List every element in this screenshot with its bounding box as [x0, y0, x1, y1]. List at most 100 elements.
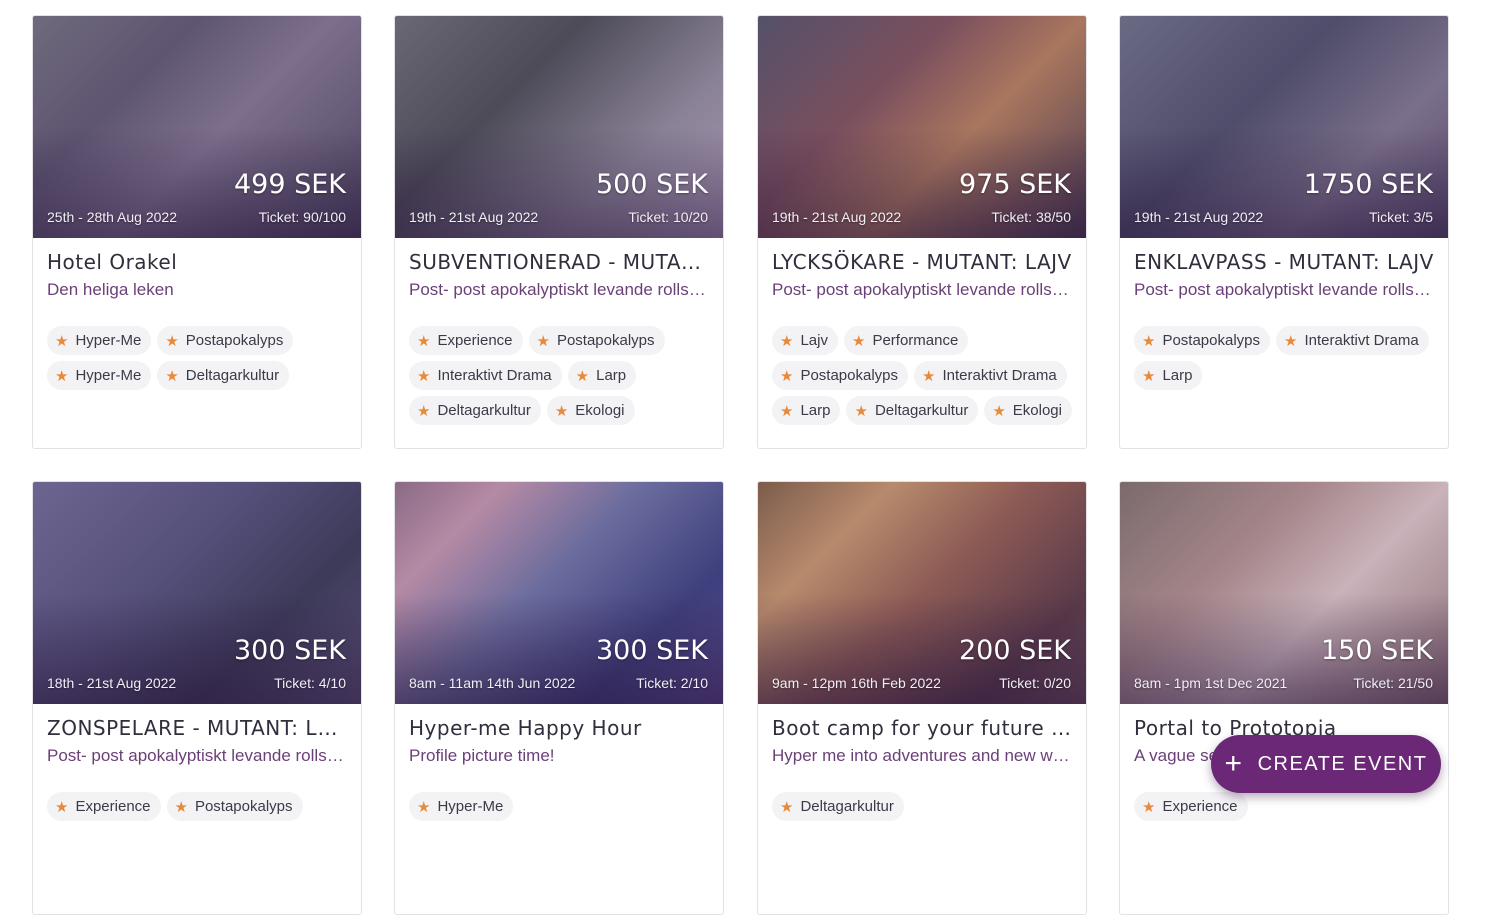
tag-chip[interactable]: ★ Postapokalyps — [1134, 326, 1271, 355]
event-card[interactable]: 150 SEK 8am - 1pm 1st Dec 2021 Ticket: 21/… — [1119, 481, 1449, 915]
star-icon: ★ — [1284, 332, 1298, 350]
tag-chip[interactable]: ★ Postapokalyps — [166, 792, 303, 821]
event-subtitle: Hyper me into adventures and new worlds — [772, 746, 1072, 765]
event-card[interactable]: 499 SEK 25th - 28th Aug 2022 Ticket: 90/10… — [32, 15, 362, 449]
tag-chip[interactable]: ★ Larp — [1134, 361, 1203, 390]
tag-chip[interactable]: ★ Deltagarkultur — [409, 396, 541, 425]
tag-chip[interactable]: ★ Postapokalyps — [528, 326, 665, 355]
event-title[interactable]: ZONSPELARE - MUTANT: LAJV — [47, 716, 347, 740]
tag-label: Postapokalyps — [185, 332, 284, 349]
event-title[interactable]: Hotel Orakel — [47, 250, 347, 274]
event-price: 1750 SEK — [1303, 169, 1433, 200]
tag-chip[interactable]: ★ Larp — [567, 361, 637, 390]
event-card[interactable]: 200 SEK 9am - 12pm 16th Feb 2022 Ticket: 0… — [757, 481, 1087, 915]
event-image[interactable]: 500 SEK 19th - 21st Aug 2022 Ticket: 10/20 — [395, 16, 723, 238]
star-icon: ★ — [417, 332, 431, 350]
ticket-count: Ticket: 0/20 — [999, 675, 1071, 691]
tag-list: ★ Experience — [1134, 792, 1434, 821]
event-date: 25th - 28th Aug 2022 — [47, 209, 177, 225]
tag-list: ★ Postapokalyps ★ Interaktivt Drama ★ Larp — [1134, 326, 1434, 390]
event-card[interactable]: 300 SEK 18th - 21st Aug 2022 Ticket: 4/10 Z… — [32, 481, 362, 915]
star-icon: ★ — [554, 402, 569, 420]
event-image[interactable]: 975 SEK 19th - 21st Aug 2022 Ticket: 38/50 — [758, 16, 1086, 238]
event-date: 8am - 11am 14th Jun 2022 — [409, 675, 576, 691]
event-title[interactable]: ENKLAVPASS - MUTANT: LAJV — [1134, 250, 1434, 274]
tag-list: ★ Hyper-Me ★ Postapokalyps ★ Hyper-Me ★ Deltaga… — [47, 326, 347, 390]
event-subtitle: Post- post apokalyptiskt levande rollspe… — [47, 746, 347, 765]
tag-chip[interactable]: ★ Deltagarkultur — [772, 792, 904, 821]
tag-label: Experience — [1162, 798, 1238, 815]
star-icon: ★ — [575, 367, 590, 385]
event-image[interactable]: 499 SEK 25th - 28th Aug 2022 Ticket: 90/10… — [33, 16, 361, 238]
tag-chip[interactable]: ★ Postapokalyps — [772, 361, 909, 390]
event-price: 500 SEK — [595, 169, 708, 200]
event-date: 19th - 21st Aug 2022 — [772, 209, 902, 225]
event-card[interactable]: 500 SEK 19th - 21st Aug 2022 Ticket: 10/20… — [394, 15, 724, 449]
event-subtitle: Post- post apokalyptiskt levande rollspe… — [772, 280, 1072, 299]
star-icon: ★ — [780, 332, 794, 350]
event-title[interactable]: LYCKSÖKARE - MUTANT: LAJV — [772, 250, 1072, 274]
tag-label: Lajv — [800, 332, 828, 349]
ticket-count: Ticket: 3/5 — [1368, 209, 1433, 225]
card-body: SUBVENTIONERAD - MUTANT: LAJV Post- post … — [395, 238, 723, 425]
tag-label: Larp — [596, 367, 627, 384]
event-title[interactable]: SUBVENTIONERAD - MUTANT: LAJV — [409, 250, 709, 274]
tag-label: Ekologi — [575, 402, 625, 419]
star-icon: ★ — [536, 332, 550, 350]
tag-chip[interactable]: ★ Experience — [1134, 792, 1248, 821]
tag-chip[interactable]: ★ Larp — [772, 396, 841, 425]
tag-list: ★ Experience ★ Postapokalyps — [47, 792, 347, 821]
tag-chip[interactable]: ★ Interaktivt Drama — [409, 361, 562, 390]
tag-chip[interactable]: ★ Hyper-Me — [47, 361, 152, 390]
event-image[interactable]: 150 SEK 8am - 1pm 1st Dec 2021 Ticket: 21/… — [1120, 482, 1448, 704]
tag-list: ★ Deltagarkultur — [772, 792, 1072, 821]
tag-list: ★ Hyper-Me — [409, 792, 709, 821]
tag-chip[interactable]: ★ Deltagarkultur — [157, 361, 290, 390]
star-icon: ★ — [780, 798, 794, 816]
star-icon: ★ — [417, 367, 431, 385]
tag-chip[interactable]: ★ Performance — [843, 326, 969, 355]
tag-chip[interactable]: ★ Interaktivt Drama — [1276, 326, 1429, 355]
event-image[interactable]: 200 SEK 9am - 12pm 16th Feb 2022 Ticket: 0… — [758, 482, 1086, 704]
tag-chip[interactable]: ★ Experience — [47, 792, 161, 821]
event-subtitle: Den heliga leken — [47, 280, 174, 299]
tag-chip[interactable]: ★ Hyper-Me — [409, 792, 514, 821]
tag-chip[interactable]: ★ Hyper-Me — [47, 326, 152, 355]
create-event-button[interactable]: + CREATE EVENT — [1211, 735, 1441, 793]
event-image[interactable]: 300 SEK 8am - 11am 14th Jun 2022 Ticket: 2… — [395, 482, 723, 704]
card-body: ENKLAVPASS - MUTANT: LAJV Post- post apok… — [1120, 238, 1448, 390]
tag-chip[interactable]: ★ Experience — [409, 326, 523, 355]
event-subtitle: Profile picture time! — [409, 746, 555, 765]
event-price: 499 SEK — [233, 169, 346, 200]
event-image[interactable]: 300 SEK 18th - 21st Aug 2022 Ticket: 4/10 — [33, 482, 361, 704]
event-image[interactable]: 1750 SEK 19th - 21st Aug 2022 Ticket: 3/5 — [1120, 16, 1448, 238]
tag-chip[interactable]: ★ Lajv — [772, 326, 838, 355]
ticket-count: Ticket: 4/10 — [274, 675, 346, 691]
event-title[interactable]: Boot camp for your future self — [772, 716, 1072, 740]
tag-label: Performance — [872, 332, 959, 349]
event-card[interactable]: 1750 SEK 19th - 21st Aug 2022 Ticket: 3/5 E… — [1119, 15, 1449, 449]
event-card[interactable]: 300 SEK 8am - 11am 14th Jun 2022 Ticket: 2… — [394, 481, 724, 915]
card-body: LYCKSÖKARE - MUTANT: LAJV Post- post apok… — [758, 238, 1086, 425]
tag-label: Deltagarkultur — [437, 402, 531, 419]
tag-label: Postapokalyps — [556, 332, 655, 349]
event-title[interactable]: Hyper-me Happy Hour — [409, 716, 709, 740]
event-date: 19th - 21st Aug 2022 — [409, 209, 539, 225]
star-icon: ★ — [854, 402, 868, 420]
event-date: 8am - 1pm 1st Dec 2021 — [1134, 675, 1288, 691]
tag-label: Deltagarkultur — [185, 367, 280, 384]
event-date: 19th - 21st Aug 2022 — [1134, 209, 1264, 225]
event-card[interactable]: 975 SEK 19th - 21st Aug 2022 Ticket: 38/50… — [757, 15, 1087, 449]
star-icon: ★ — [174, 798, 188, 816]
star-icon: ★ — [1142, 367, 1156, 385]
tag-chip[interactable]: ★ Interaktivt Drama — [914, 361, 1067, 390]
card-body: ZONSPELARE - MUTANT: LAJV Post- post apok… — [33, 704, 361, 821]
plus-icon: + — [1224, 747, 1244, 780]
ticket-count: Ticket: 2/10 — [636, 675, 708, 691]
star-icon: ★ — [165, 332, 179, 350]
tag-chip[interactable]: ★ Ekologi — [546, 396, 635, 425]
tag-chip[interactable]: ★ Ekologi — [984, 396, 1072, 425]
tag-chip[interactable]: ★ Deltagarkultur — [846, 396, 979, 425]
tag-label: Hyper-Me — [437, 798, 504, 815]
tag-chip[interactable]: ★ Postapokalyps — [157, 326, 294, 355]
